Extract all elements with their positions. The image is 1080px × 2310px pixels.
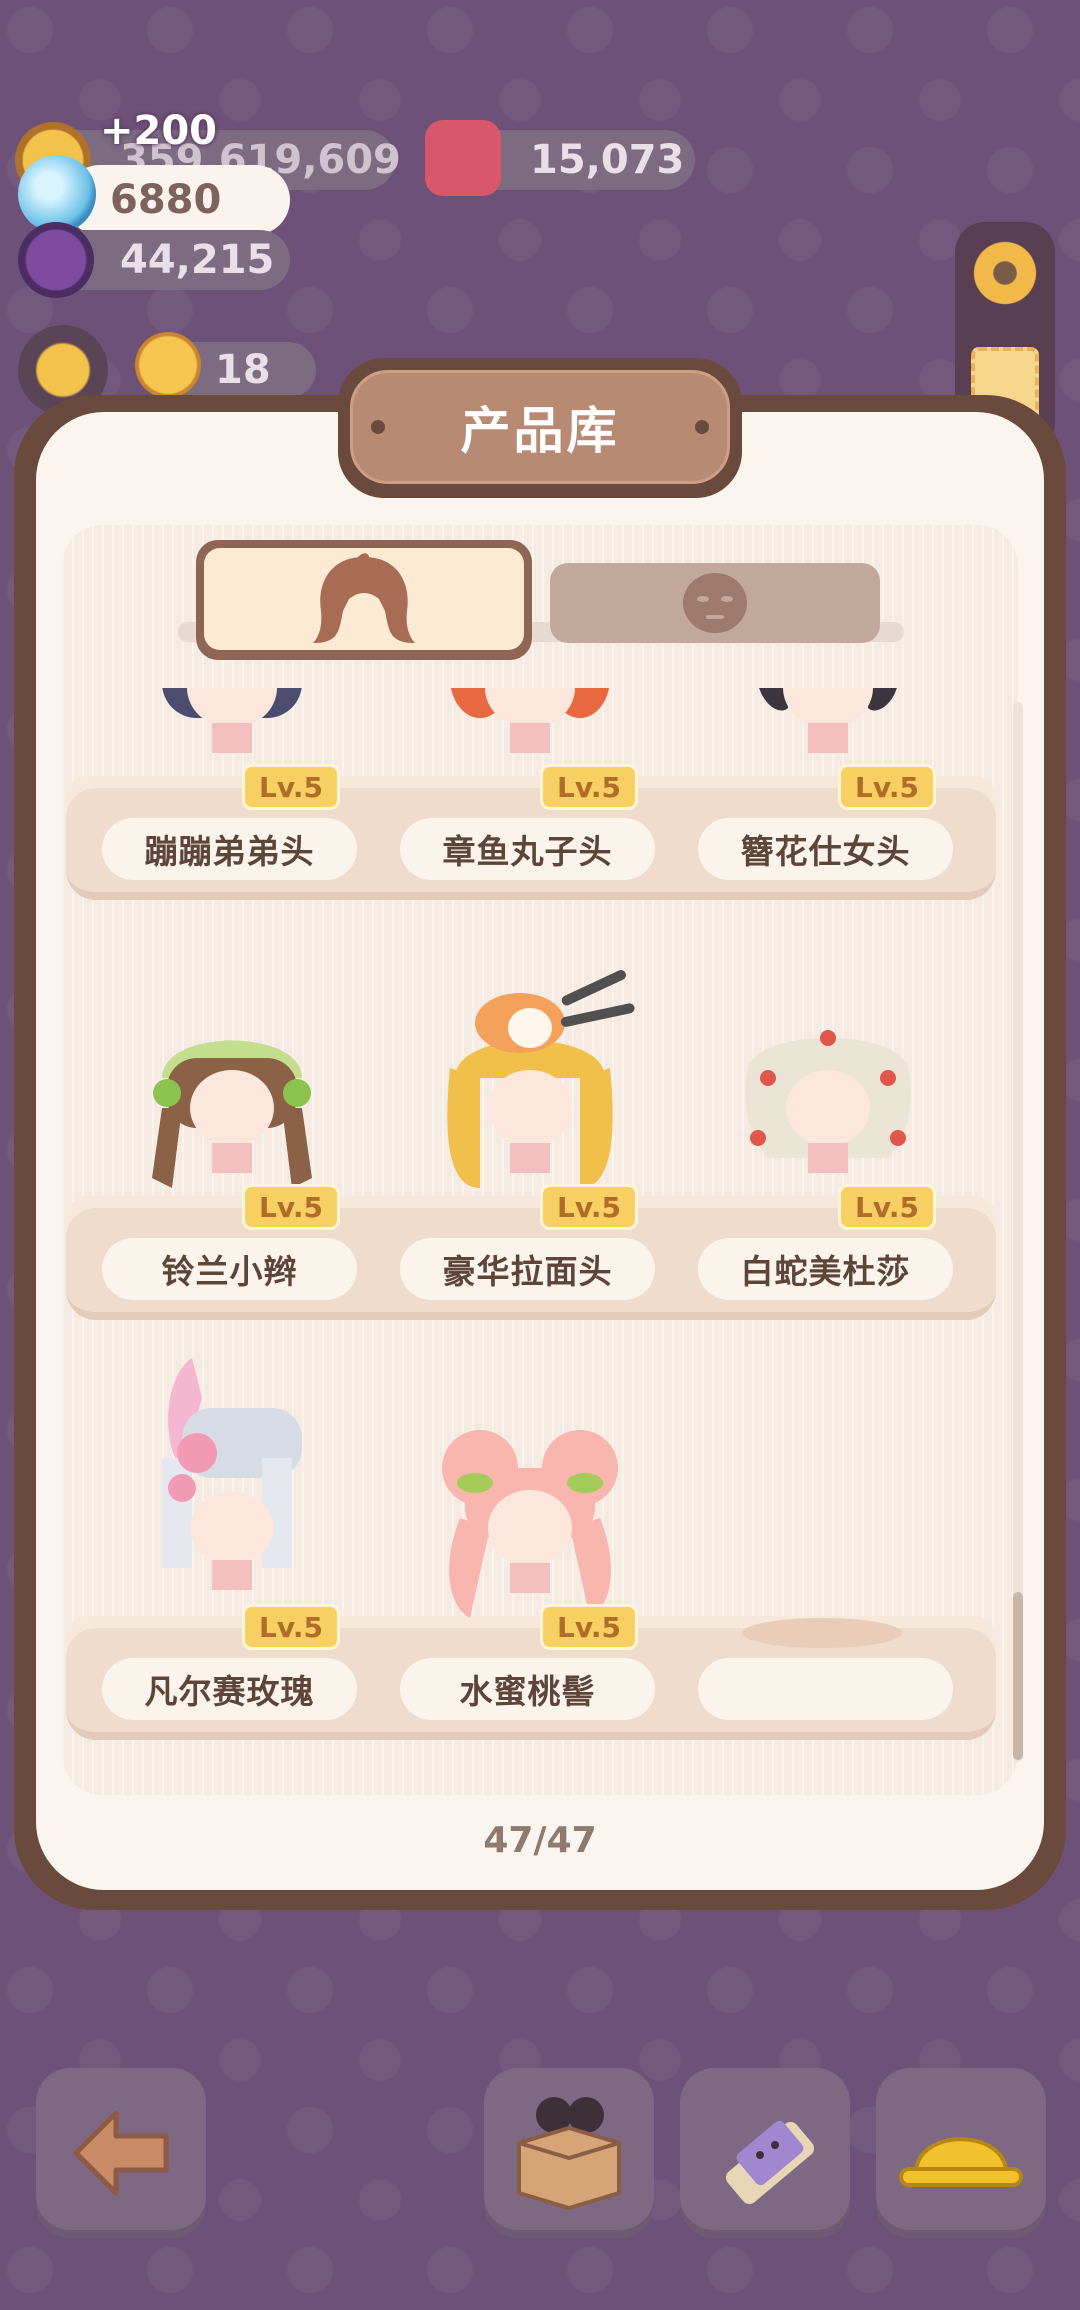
item-level-7: Lv.5 <box>540 1604 638 1650</box>
pencil-icon <box>725 2120 815 2204</box>
scrollbar-thumb[interactable] <box>1013 1592 1023 1760</box>
gear-icon[interactable] <box>969 237 1041 309</box>
gems-value: 6880 <box>110 177 222 223</box>
item-level-6: Lv.5 <box>242 1604 340 1650</box>
tab-hair[interactable] <box>196 540 532 660</box>
coins-gain-text: +200 <box>100 108 218 154</box>
empty-slot <box>698 1658 953 1720</box>
hard-hat-icon <box>899 2137 1023 2187</box>
item-level-5: Lv.5 <box>838 1184 936 1230</box>
item-name-5: 白蛇美杜莎 <box>698 1238 953 1300</box>
jelly-value: 15,073 <box>530 137 685 183</box>
item-name-7: 水蜜桃髻 <box>400 1658 655 1720</box>
item-name-1: 章鱼丸子头 <box>400 818 655 880</box>
tab-face[interactable] <box>550 563 880 643</box>
item-doll-2[interactable] <box>718 688 938 838</box>
box-button[interactable] <box>484 2068 654 2238</box>
page-title: 产品库 <box>460 402 620 460</box>
rivet-right <box>695 420 709 434</box>
item-doll-0[interactable] <box>122 688 342 838</box>
pencil-button[interactable] <box>680 2068 850 2238</box>
grapes-value: 44,215 <box>120 237 275 283</box>
item-doll-6[interactable] <box>122 1338 342 1598</box>
item-name-3: 铃兰小辫 <box>102 1238 357 1300</box>
item-name-4: 豪华拉面头 <box>400 1238 655 1300</box>
build-button[interactable] <box>876 2068 1046 2238</box>
item-name-0: 蹦蹦弟弟头 <box>102 818 357 880</box>
title-plate: 产品库 <box>338 358 742 498</box>
page-counter: 47/47 <box>483 1820 597 1861</box>
rivet-left <box>371 420 385 434</box>
item-level-3: Lv.5 <box>242 1184 340 1230</box>
chick-icon <box>135 332 201 398</box>
hair-icon <box>313 553 415 643</box>
back-button[interactable] <box>36 2068 206 2238</box>
empty-slot-base <box>742 1618 902 1648</box>
back-arrow-icon <box>73 2110 169 2196</box>
jelly-icon <box>425 120 501 196</box>
item-name-6: 凡尔赛玫瑰 <box>102 1658 357 1720</box>
item-level-0: Lv.5 <box>242 764 340 810</box>
product-grid: Lv.5 Lv.5 Lv.5 蹦蹦弟弟头 章鱼丸子头 簪花仕女头 Lv.5 Lv… <box>62 688 1018 1758</box>
chick-value: 18 <box>215 347 271 393</box>
item-doll-1[interactable] <box>420 688 640 838</box>
item-level-4: Lv.5 <box>540 1184 638 1230</box>
grape-icon <box>18 222 94 298</box>
item-level-1: Lv.5 <box>540 764 638 810</box>
box-icon <box>517 2097 621 2211</box>
face-mask-icon <box>683 573 747 633</box>
gems-counter: 6880 <box>65 165 290 235</box>
item-name-2: 簪花仕女头 <box>698 818 953 880</box>
item-level-2: Lv.5 <box>838 764 936 810</box>
